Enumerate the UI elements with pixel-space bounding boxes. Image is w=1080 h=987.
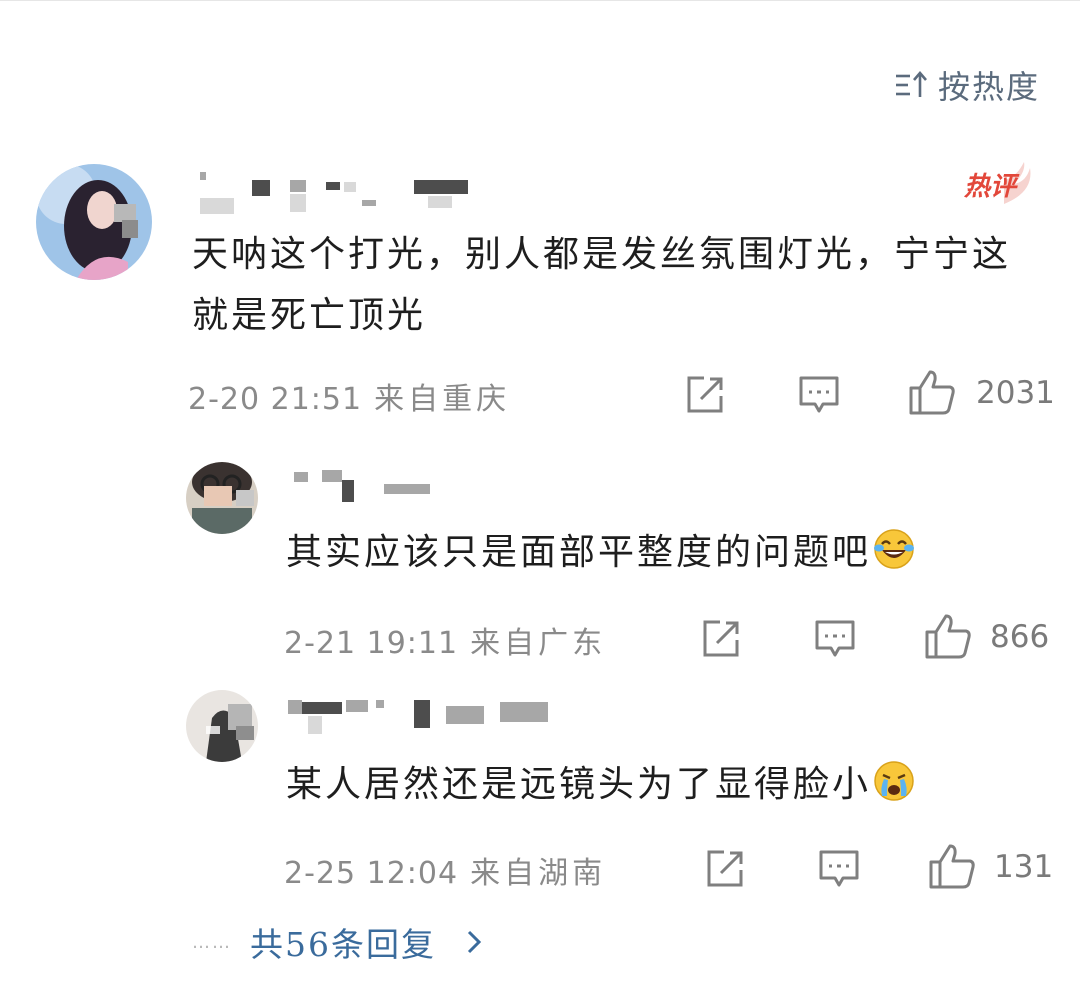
reply-count-label: 共56条回复 [250, 925, 436, 964]
reply-reply-button[interactable] [814, 618, 856, 660]
top-divider [0, 0, 1080, 1]
reply-location: 来自广东 [470, 626, 607, 661]
share-icon [687, 376, 723, 413]
thumbs-up-icon [925, 614, 971, 659]
comment-icon [815, 620, 855, 657]
share-icon [703, 620, 739, 657]
reply-button[interactable] [798, 374, 840, 416]
crying-face-emoji [874, 761, 914, 801]
comment-meta: 2-20 21:51 来自重庆 [188, 374, 510, 418]
view-all-replies-link[interactable]: …… 共56条回复 [192, 918, 484, 966]
dots-separator: …… [192, 931, 232, 953]
reply-location: 来自湖南 [470, 856, 607, 891]
comment-text: 天呐这个打光，别人都是发丝氛围灯光，宁宁这就是死亡顶光 [192, 234, 1012, 336]
reply-text-content: 其实应该只是面部平整度的问题吧 [286, 532, 872, 573]
sort-icon [895, 71, 927, 97]
reply-share-button[interactable] [700, 618, 742, 660]
reply-like-button[interactable] [928, 842, 976, 890]
reply-like-button[interactable] [924, 612, 972, 660]
comment-icon [819, 850, 859, 887]
reply-text-content: 某人居然还是远镜头为了显得脸小 [286, 764, 872, 805]
chevron-right-icon [467, 930, 482, 954]
reply-meta: 2-25 12:04 来自湖南 [284, 848, 606, 892]
comment-location: 来自重庆 [374, 382, 511, 417]
laughing-tears-emoji [874, 529, 915, 569]
share-icon [707, 850, 743, 887]
hot-comment-badge: 热评 [964, 160, 1044, 208]
thumbs-up-icon [929, 844, 975, 889]
like-button[interactable] [908, 368, 956, 416]
sort-by-hot-button[interactable]: 按热度 [894, 62, 1040, 108]
reply-like-count: 131 [994, 849, 1054, 885]
hot-badge-label: 热评 [964, 172, 1017, 202]
reply-share-button[interactable] [704, 848, 746, 890]
sort-label: 按热度 [937, 68, 1040, 106]
like-count: 2031 [976, 375, 1055, 411]
reply-text: 某人居然还是远镜头为了显得脸小 [286, 760, 915, 810]
reply-like-count: 866 [990, 619, 1050, 655]
reply-meta: 2-21 19:11 来自广东 [284, 618, 606, 662]
reply-time: 2-25 12:04 [284, 856, 459, 891]
comment-icon [799, 376, 839, 413]
share-button[interactable] [684, 374, 726, 416]
reply-avatar[interactable] [186, 690, 258, 762]
reply-time: 2-21 19:11 [284, 626, 459, 661]
commenter-name-redacted [196, 168, 476, 216]
reply-name-redacted [288, 466, 448, 506]
reply-reply-button[interactable] [818, 848, 860, 890]
reply-name-redacted [286, 694, 566, 740]
reply-avatar[interactable] [186, 462, 258, 534]
commenter-avatar[interactable] [36, 164, 152, 280]
comment-time: 2-20 21:51 [188, 382, 363, 417]
reply-text: 其实应该只是面部平整度的问题吧 [286, 528, 915, 578]
thumbs-up-icon [909, 370, 955, 415]
